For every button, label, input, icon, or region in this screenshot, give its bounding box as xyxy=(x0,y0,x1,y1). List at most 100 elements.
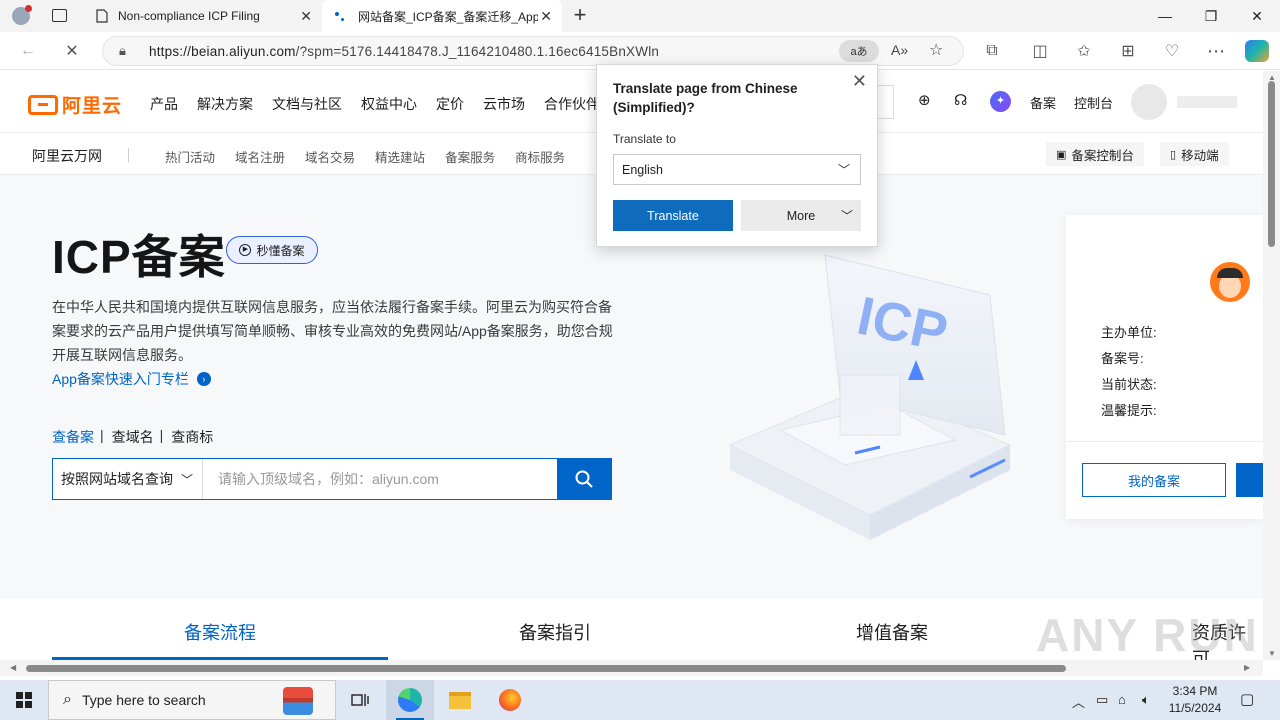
chevron-down-icon: ﹀ xyxy=(840,209,853,223)
sub-link-domain-register[interactable]: 域名注册 xyxy=(235,147,285,166)
network-icon[interactable]: ▭ xyxy=(1096,692,1108,708)
start-button[interactable] xyxy=(0,680,48,720)
tab-beian-process[interactable]: 备案流程 xyxy=(184,619,256,645)
search-type-select[interactable]: 按照网站域名查询 ﹀ xyxy=(53,459,203,499)
nav-item-pricing[interactable]: 定价 xyxy=(436,94,464,114)
edge-taskbar-icon[interactable] xyxy=(386,680,434,720)
avatar[interactable] xyxy=(1131,84,1167,120)
windows-logo-icon xyxy=(16,692,32,708)
nav-item-solutions[interactable]: 解决方案 xyxy=(197,94,253,114)
profile-icon[interactable] xyxy=(12,5,32,25)
tab-actions-icon[interactable] xyxy=(52,9,67,22)
nav-item-partners[interactable]: 合作伙伴 xyxy=(544,94,600,114)
task-view-icon[interactable] xyxy=(336,680,384,720)
language-select[interactable]: English ﹀ xyxy=(613,154,861,185)
sub-link-website-build[interactable]: 精选建站 xyxy=(375,147,425,166)
sub-link-domain-trade[interactable]: 域名交易 xyxy=(305,147,355,166)
translate-icon[interactable]: aあ xyxy=(839,40,879,62)
stop-loading-icon[interactable]: ✕ xyxy=(60,40,84,62)
tab-query-trademark[interactable]: 查商标 xyxy=(171,427,213,447)
scroll-thumb[interactable] xyxy=(26,665,1066,672)
translate-to-label: Translate to xyxy=(613,132,676,146)
username-placeholder xyxy=(1177,96,1237,108)
ai-assistant-icon[interactable]: ✦ xyxy=(990,91,1011,112)
more-button[interactable]: More ﹀ xyxy=(741,200,861,231)
tab-beian-guide[interactable]: 备案指引 xyxy=(519,619,591,645)
quick-intro-button[interactable]: ▶ 秒懂备案 xyxy=(226,236,318,264)
chevron-down-icon: ﹀ xyxy=(837,163,850,177)
close-window-button[interactable]: ✕ xyxy=(1234,0,1280,32)
loading-icon xyxy=(334,9,348,23)
start-beian-button[interactable] xyxy=(1236,463,1263,497)
translate-popup: Translate page from Chinese (Simplified)… xyxy=(596,64,878,247)
nav-item-products[interactable]: 产品 xyxy=(150,94,178,114)
more-menu-icon[interactable]: ⋯ xyxy=(1204,40,1228,62)
scroll-down-icon[interactable]: ▼ xyxy=(1268,649,1276,658)
vertical-scrollbar[interactable]: ▲ ▼ xyxy=(1263,71,1280,660)
extensions-icon[interactable]: ⧉ xyxy=(980,40,1004,62)
read-aloud-icon[interactable]: A» xyxy=(891,42,908,58)
tray-overflow-icon[interactable]: ︿ xyxy=(1072,692,1085,711)
close-icon[interactable]: ✕ xyxy=(852,71,867,92)
globe-icon[interactable]: ⊕ xyxy=(918,91,931,109)
browser-essentials-icon[interactable]: ♡ xyxy=(1160,40,1184,62)
tab-query-beian[interactable]: 查备案 xyxy=(52,427,94,447)
sub-brand[interactable]: 阿里云万网 xyxy=(32,146,102,166)
tab-close-icon[interactable]: ✕ xyxy=(540,9,552,23)
sub-link-beian-service[interactable]: 备案服务 xyxy=(445,147,495,166)
scroll-left-icon[interactable]: ◀ xyxy=(10,663,16,672)
translate-button[interactable]: Translate xyxy=(613,200,733,231)
browser-tab-bar: Non-compliance ICP Filing ✕ 网站备案_ICP备案_备… xyxy=(0,0,1280,32)
sub-link-trademark[interactable]: 商标服务 xyxy=(515,147,565,166)
firefox-icon[interactable] xyxy=(486,680,534,720)
tab-value-added-beian[interactable]: 增值备案 xyxy=(856,619,928,645)
chevron-down-icon: ﹀ xyxy=(181,472,194,487)
back-icon[interactable]: ← xyxy=(16,40,40,62)
aliyun-logo[interactable]: 阿里云 xyxy=(28,91,122,118)
file-explorer-icon[interactable] xyxy=(436,680,484,720)
copilot-icon[interactable] xyxy=(1245,40,1269,62)
search-icon: ⌕ xyxy=(63,691,72,708)
favorites-icon[interactable]: ✩ xyxy=(1072,40,1096,62)
domain-search-input[interactable] xyxy=(204,459,558,499)
taskbar-clock[interactable]: 3:34 PM 11/5/2024 xyxy=(1160,683,1230,717)
monitor-tray-icon[interactable]: ⌂ xyxy=(1118,692,1126,707)
my-beian-button[interactable]: 我的备案 xyxy=(1082,463,1226,497)
sponsor-label: 主办单位: xyxy=(1101,325,1157,340)
taskbar-search[interactable]: ⌕ Type here to search xyxy=(48,680,336,720)
icp-illustration: ICP xyxy=(728,254,1012,540)
support-icon[interactable]: ☊ xyxy=(954,91,967,109)
nav-item-benefits[interactable]: 权益中心 xyxy=(361,94,417,114)
sub-link-activities[interactable]: 热门活动 xyxy=(165,147,215,166)
search-button[interactable] xyxy=(557,459,611,499)
minimize-button[interactable]: — xyxy=(1142,0,1188,32)
header-beian-link[interactable]: 备案 xyxy=(1030,93,1056,112)
notification-icon[interactable]: ▢ xyxy=(1240,690,1254,708)
search-type-value: 按照网站域名查询 xyxy=(61,471,173,487)
nav-item-marketplace[interactable]: 云市场 xyxy=(483,94,525,114)
tab-beian[interactable]: 网站备案_ICP备案_备案迁移_App ✕ xyxy=(322,0,562,32)
restore-button[interactable]: ❐ xyxy=(1188,0,1234,32)
address-bar[interactable]: 🔒︎ https://beian.aliyun.com/?spm=5176.14… xyxy=(102,36,964,66)
logo-mark-icon xyxy=(28,94,58,115)
app-beian-link-label: App备案快速入门专栏 xyxy=(52,371,189,387)
tab-close-icon[interactable]: ✕ xyxy=(300,9,312,23)
mobile-button[interactable]: ▯ 移动端 xyxy=(1160,142,1229,166)
new-tab-button[interactable]: + xyxy=(568,3,592,29)
horizontal-scrollbar[interactable]: ◀ ▶ xyxy=(0,660,1263,676)
tab-query-domain[interactable]: 查域名 xyxy=(112,427,154,447)
favorite-star-icon[interactable]: ☆ xyxy=(929,40,943,60)
volume-icon[interactable]: 🔈︎ xyxy=(1142,692,1150,708)
nav-item-docs[interactable]: 文档与社区 xyxy=(272,94,342,114)
logo-text: 阿里云 xyxy=(62,96,123,117)
collections-icon[interactable]: ⊞ xyxy=(1116,40,1140,62)
url-text[interactable]: https://beian.aliyun.com/?spm=5176.14418… xyxy=(149,44,659,59)
beian-console-button[interactable]: ▣ 备案控制台 xyxy=(1046,142,1144,166)
tab-noncompliance[interactable]: Non-compliance ICP Filing ✕ xyxy=(84,0,322,32)
scroll-right-icon[interactable]: ▶ xyxy=(1244,663,1250,672)
header-console-link[interactable]: 控制台 xyxy=(1074,93,1113,112)
scroll-thumb[interactable] xyxy=(1268,81,1275,247)
split-screen-icon[interactable]: ◫ xyxy=(1028,40,1052,62)
lock-icon[interactable]: 🔒︎ xyxy=(119,43,126,59)
app-beian-link[interactable]: App备案快速入门专栏 › xyxy=(52,369,211,389)
